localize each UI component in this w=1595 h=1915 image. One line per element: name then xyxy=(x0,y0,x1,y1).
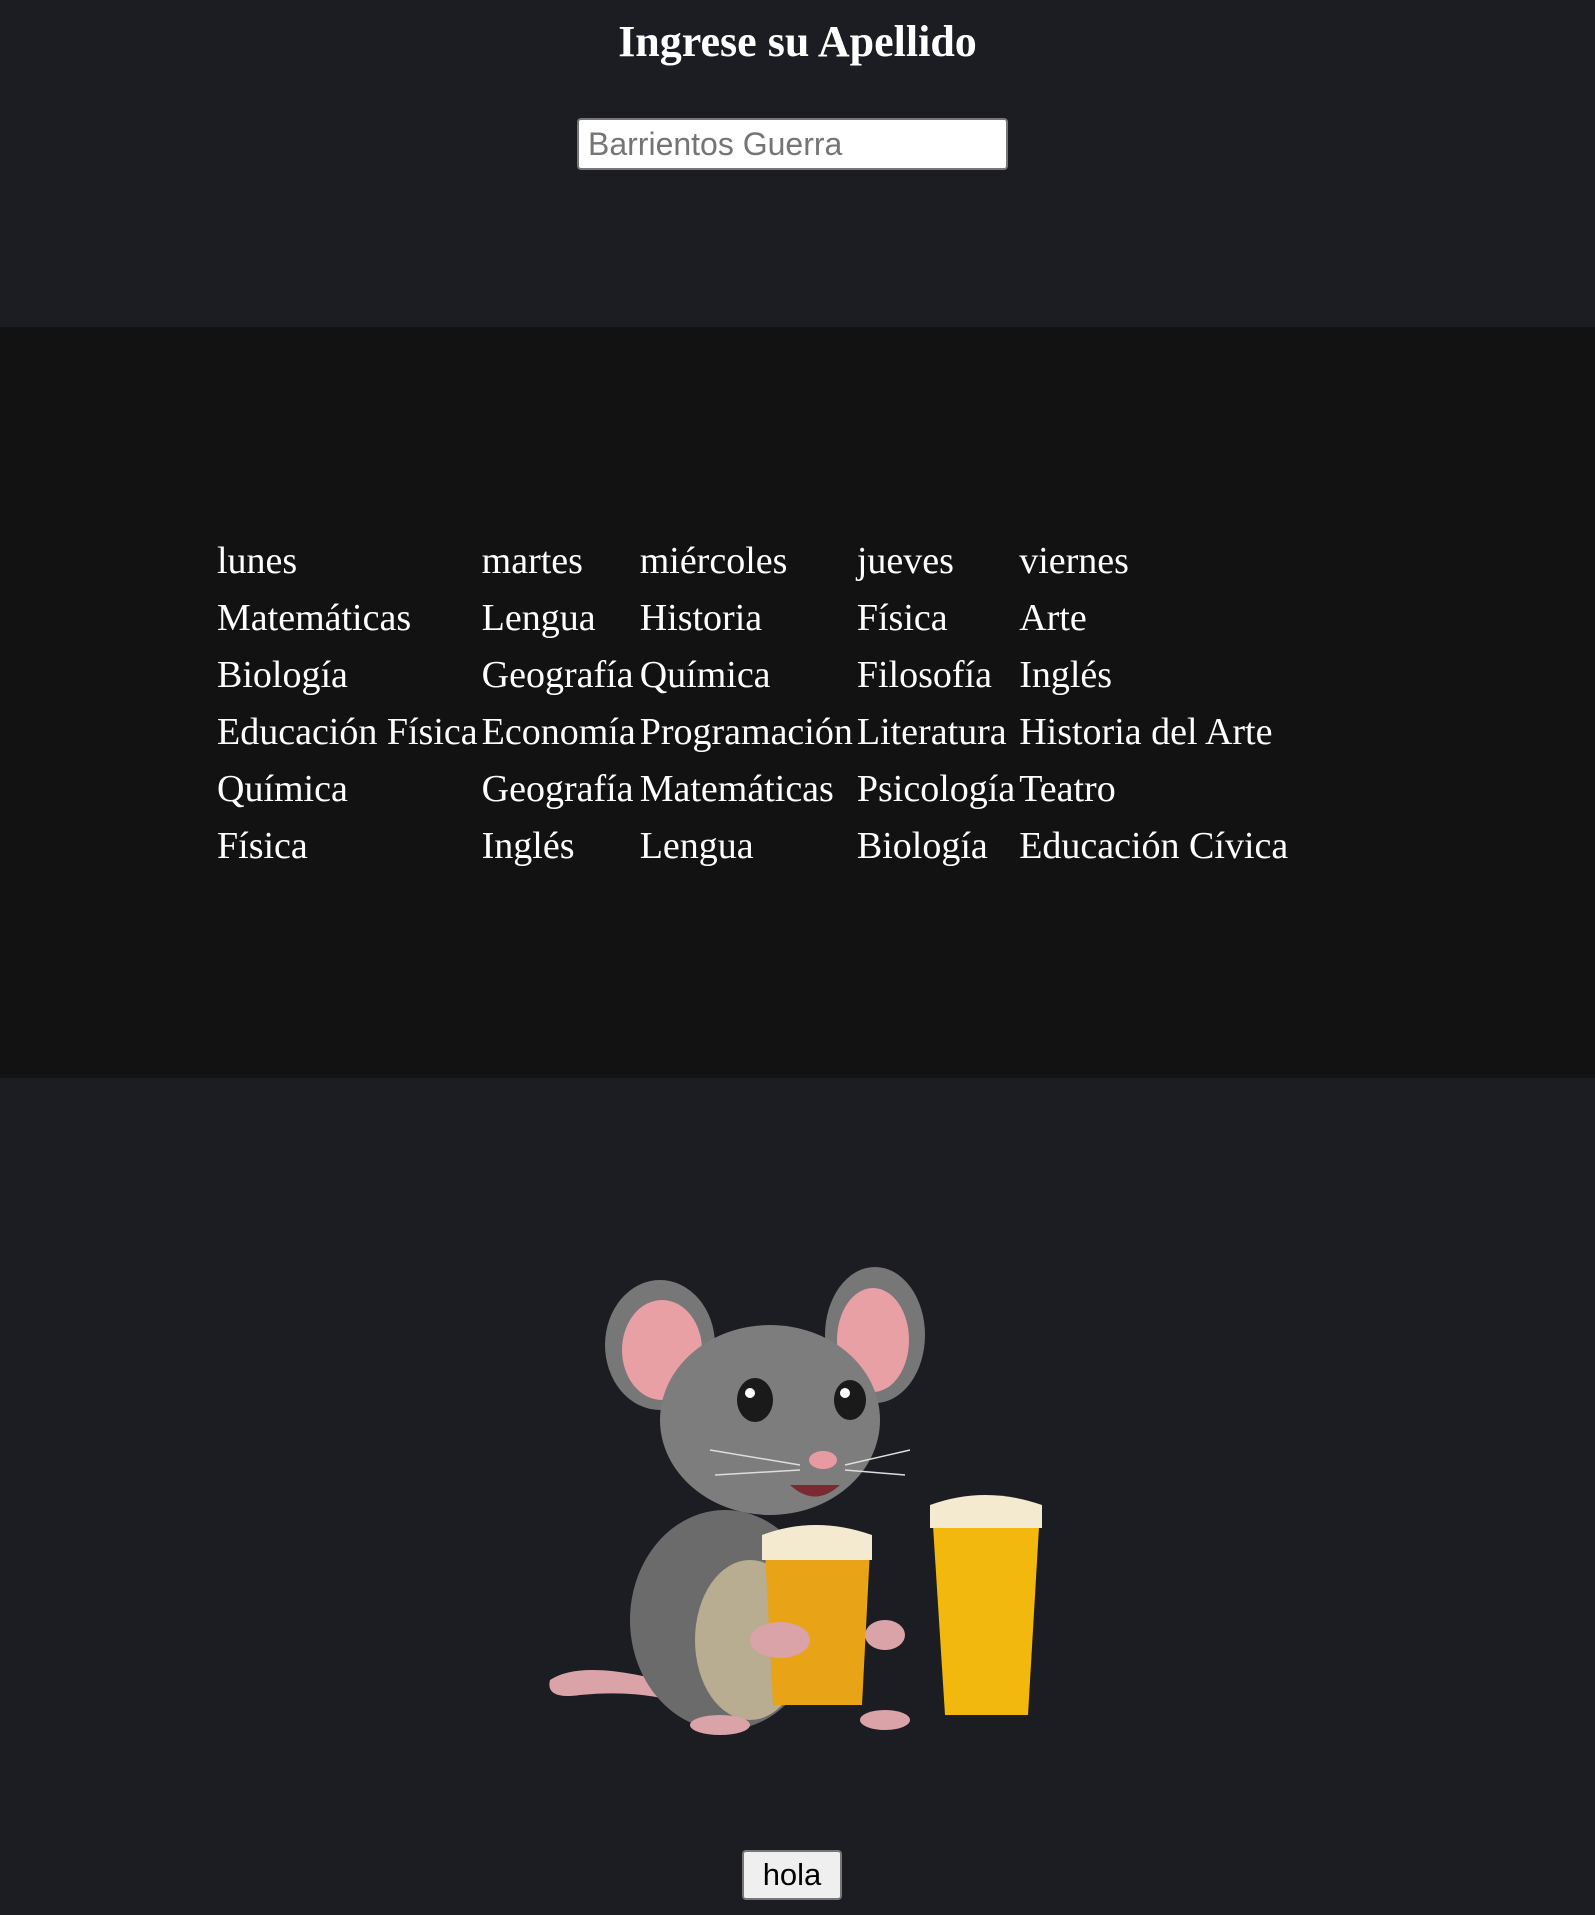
table-cell: Filosofía xyxy=(856,653,992,696)
table-cell: Arte xyxy=(1019,596,1087,639)
table-cell: Lengua xyxy=(639,824,754,867)
day-header: lunes xyxy=(217,539,298,582)
schedule-table: lunes martes miércoles jueves viernes Ma… xyxy=(213,532,1292,874)
header-section: Ingrese su Apellido xyxy=(0,0,1595,327)
table-cell: Química xyxy=(217,767,348,810)
table-cell: Matemáticas xyxy=(217,596,412,639)
day-header: miércoles xyxy=(639,539,788,582)
table-row: Física Inglés Lengua Biología Educación … xyxy=(217,817,1288,874)
table-cell: Economía xyxy=(481,710,636,753)
table-header-row: lunes martes miércoles jueves viernes xyxy=(217,532,1288,589)
hola-button[interactable]: hola xyxy=(742,1850,842,1900)
table-cell: Literatura xyxy=(856,710,1007,753)
table-row: Educación Física Economía Programación L… xyxy=(217,703,1288,760)
day-header: martes xyxy=(481,539,583,582)
table-row: Biología Geografía Química Filosofía Ing… xyxy=(217,646,1288,703)
table-cell: Educación Cívica xyxy=(1019,824,1289,867)
table-cell: Lengua xyxy=(481,596,596,639)
table-cell: Matemáticas xyxy=(639,767,834,810)
table-cell: Física xyxy=(856,596,948,639)
table-cell: Programación xyxy=(639,710,853,753)
table-cell: Inglés xyxy=(481,824,575,867)
table-cell: Historia del Arte xyxy=(1019,710,1273,753)
mouse-with-beer-icon xyxy=(549,1267,1042,1735)
surname-input[interactable] xyxy=(577,118,1008,170)
table-cell: Teatro xyxy=(1019,767,1116,810)
table-cell: Inglés xyxy=(1019,653,1113,696)
page-title: Ingrese su Apellido xyxy=(618,17,977,66)
table-cell: Biología xyxy=(856,824,988,867)
table-cell: Historia xyxy=(639,596,763,639)
table-cell: Física xyxy=(217,824,308,867)
table-cell: Psicología xyxy=(856,767,1016,810)
table-cell: Educación Física xyxy=(217,710,478,753)
table-cell: Química xyxy=(639,653,771,696)
day-header: viernes xyxy=(1019,539,1129,582)
table-cell: Biología xyxy=(217,653,348,696)
day-header: jueves xyxy=(856,539,954,582)
table-row: Química Geografía Matemáticas Psicología… xyxy=(217,760,1288,817)
table-cell: Geografía xyxy=(481,767,634,810)
table-row: Matemáticas Lengua Historia Física Arte xyxy=(217,589,1288,646)
table-cell: Geografía xyxy=(481,653,634,696)
